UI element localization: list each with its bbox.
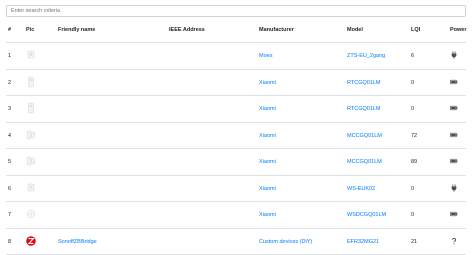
device-lqi: 0: [411, 80, 414, 86]
temperature-sensor-icon: [26, 208, 36, 220]
device-manufacturer[interactable]: Xiaomi: [259, 212, 276, 218]
battery-icon: [450, 78, 458, 86]
battery-icon: [450, 131, 458, 139]
row-number: 7: [8, 212, 11, 218]
device-lqi: 0: [411, 106, 414, 112]
device-manufacturer[interactable]: Xiaomi: [259, 159, 276, 165]
row-number: 6: [8, 186, 11, 192]
motion-sensor-icon: [26, 76, 36, 88]
device-manufacturer[interactable]: Xiaomi: [259, 133, 276, 139]
row-number: 2: [8, 80, 11, 86]
battery-icon: [450, 104, 458, 112]
wall-switch-icon: [26, 49, 36, 61]
table-row: 5 Xiaomi MCCGQ01LM 89: [6, 149, 466, 176]
device-model[interactable]: MCCGQ01LM: [347, 159, 382, 165]
header-model[interactable]: Model: [347, 27, 363, 33]
header-lqi[interactable]: LQI: [411, 27, 420, 33]
device-lqi: 21: [411, 239, 417, 245]
device-manufacturer[interactable]: Xiaomi: [259, 106, 276, 112]
device-lqi: 89: [411, 159, 417, 165]
device-model[interactable]: ZTS-EU_2gang: [347, 53, 385, 59]
row-number: 8: [8, 239, 11, 245]
device-model[interactable]: EFR32MG21: [347, 239, 379, 245]
device-manufacturer[interactable]: Xiaomi: [259, 80, 276, 86]
device-lqi: 72: [411, 133, 417, 139]
header-num[interactable]: #: [8, 27, 11, 33]
device-model[interactable]: WS-EUK02: [347, 186, 375, 192]
table-header: # Pic Friendly name IEEE Address Manufac…: [6, 20, 466, 43]
table-row: 1 Moes ZTS-EU_2gang 6: [6, 43, 466, 70]
plug-icon: [450, 184, 458, 192]
table-row: 2 Xiaomi RTCGQ01LM 0: [6, 70, 466, 97]
header-ieee-address[interactable]: IEEE Address: [169, 27, 205, 33]
row-number: 1: [8, 53, 11, 59]
header-power[interactable]: Power: [450, 27, 467, 33]
header-friendly-name[interactable]: Friendly name: [58, 27, 95, 33]
devices-table: # Pic Friendly name IEEE Address Manufac…: [6, 20, 466, 255]
table-row: 3 Xiaomi RTCGQ01LM 0: [6, 96, 466, 123]
device-friendly-name[interactable]: SonoffZBBridge: [58, 239, 97, 245]
search-input[interactable]: [6, 5, 466, 17]
row-number: 4: [8, 133, 11, 139]
row-number: 3: [8, 106, 11, 112]
device-model[interactable]: MCCGQ01LM: [347, 133, 382, 139]
door-sensor-icon: [26, 129, 36, 141]
table-row: 6 Xiaomi WS-EUK02 0: [6, 176, 466, 203]
motion-sensor-icon: [26, 102, 36, 114]
device-lqi: 0: [411, 186, 414, 192]
wall-switch-icon: [26, 182, 36, 194]
header-pic[interactable]: Pic: [26, 27, 34, 33]
device-manufacturer[interactable]: Xiaomi: [259, 186, 276, 192]
plug-icon: [450, 51, 458, 59]
device-model[interactable]: RTCGQ01LM: [347, 106, 381, 112]
table-row: 7 Xiaomi WSDCGQ01LM 0: [6, 202, 466, 229]
battery-icon: [450, 210, 458, 218]
door-sensor-icon: [26, 155, 36, 167]
device-lqi: 6: [411, 53, 414, 59]
device-model[interactable]: WSDCGQ01LM: [347, 212, 386, 218]
table-row: 4 Xiaomi MCCGQ01LM 72: [6, 123, 466, 150]
header-manufacturer[interactable]: Manufacturer: [259, 27, 294, 33]
row-number: 5: [8, 159, 11, 165]
device-lqi: 0: [411, 212, 414, 218]
device-manufacturer[interactable]: Moes: [259, 53, 272, 59]
table-row: 8 SonoffZBBridge Custom devices (DiY) EFR32…: [6, 229, 466, 255]
device-model[interactable]: RTCGQ01LM: [347, 80, 381, 86]
device-manufacturer[interactable]: Custom devices (DiY): [259, 239, 312, 245]
battery-icon: [450, 157, 458, 165]
